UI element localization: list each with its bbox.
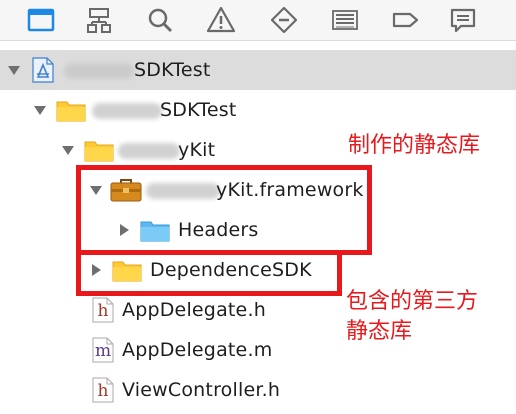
list-icon[interactable] <box>330 5 360 35</box>
file-label: AppDelegate.m <box>122 339 273 361</box>
disclosure-open-icon[interactable] <box>32 102 48 118</box>
folder-icon <box>56 97 86 123</box>
header-file-icon: h <box>92 377 114 403</box>
navigator-toolbar <box>0 0 516 41</box>
annotation-note-third-party-line2: 静态库 <box>346 319 413 344</box>
group-name-label: SDKTest <box>160 99 237 121</box>
tree-row-file[interactable]: m AppDelegate.m <box>0 330 516 370</box>
disclosure-open-icon[interactable] <box>60 142 76 158</box>
project-name-label: SDKTest <box>134 59 211 81</box>
warning-icon[interactable] <box>206 5 236 35</box>
file-label: ViewController.h <box>122 379 281 401</box>
kit-folder-label: yKit <box>178 139 216 161</box>
annotation-box-framework <box>76 165 372 255</box>
annotation-box-dependence <box>76 250 342 296</box>
xcode-project-icon <box>32 57 54 83</box>
annotation-note-static-library: 制作的静态库 <box>348 133 481 158</box>
diamond-icon[interactable] <box>269 5 299 35</box>
tag-icon[interactable] <box>390 5 420 35</box>
tree-row-group[interactable]: SDKTest <box>0 90 516 130</box>
comment-icon[interactable] <box>448 5 478 35</box>
file-label: AppDelegate.h <box>122 299 266 321</box>
search-icon[interactable] <box>145 5 175 35</box>
tree-row-file[interactable]: h ViewController.h <box>0 370 516 410</box>
redacted-name <box>118 143 180 159</box>
tree-row-project[interactable]: SDKTest <box>0 50 516 90</box>
implementation-file-icon: m <box>92 337 114 363</box>
annotation-note-third-party-line1: 包含的第三方 <box>346 289 479 314</box>
folder-icon <box>84 137 114 163</box>
redacted-name <box>92 103 162 119</box>
folder-icon[interactable] <box>26 5 56 35</box>
header-file-icon: h <box>92 297 114 323</box>
hierarchy-icon[interactable] <box>84 5 114 35</box>
redacted-name <box>64 63 134 79</box>
disclosure-open-icon[interactable] <box>6 62 22 78</box>
